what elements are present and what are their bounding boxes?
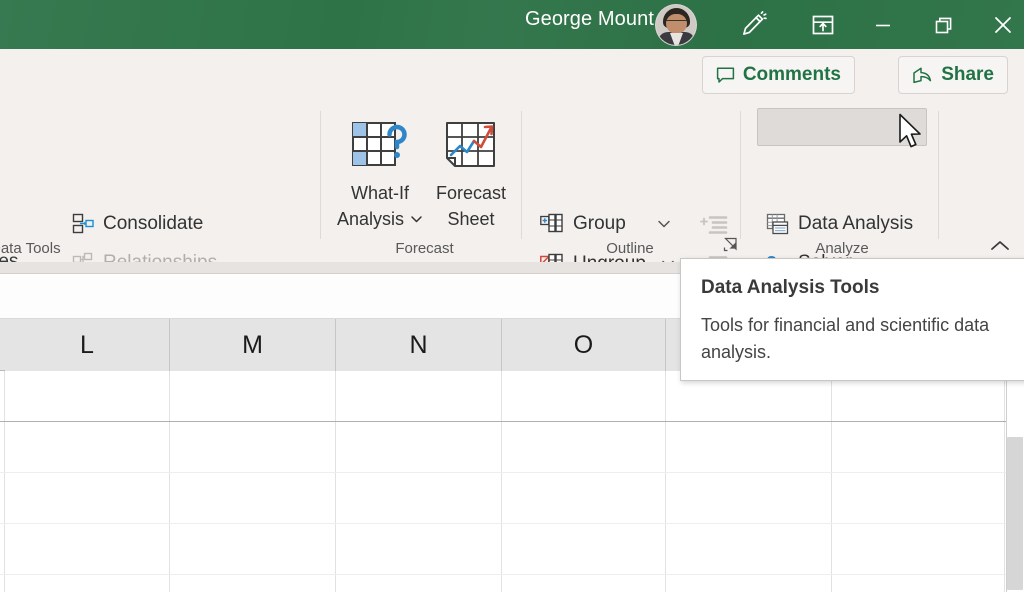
group-separator-2 (521, 111, 522, 239)
chevron-down-icon[interactable] (657, 217, 671, 232)
group-icon (540, 213, 564, 235)
grid-hline-strong (0, 421, 1006, 422)
column-header-N[interactable]: N (336, 319, 502, 371)
column-header-O[interactable]: O (502, 319, 666, 371)
consolidate-icon (72, 213, 94, 235)
consolidate-button[interactable]: Consolidate (72, 213, 203, 235)
consolidate-label: Consolidate (103, 213, 204, 234)
grid-hline (0, 574, 1006, 575)
what-if-analysis-label-line2: Analysis (336, 209, 405, 229)
column-header-M[interactable]: M (170, 319, 336, 371)
grid-vline (1004, 371, 1005, 592)
avatar[interactable] (655, 4, 697, 46)
grid-vline (501, 371, 502, 592)
minimize-icon[interactable] (859, 0, 907, 49)
comments-label: Comments (742, 64, 841, 85)
forecast-sheet-label-line2: Sheet (447, 209, 495, 229)
share-button[interactable]: Share (898, 56, 1008, 94)
collapse-ribbon-button[interactable] (986, 234, 1014, 258)
title-bar: George Mount (0, 0, 1024, 49)
comment-bubble-icon (716, 66, 735, 85)
cell-area[interactable] (0, 371, 1024, 592)
what-if-analysis-label-line1: What-If (350, 183, 409, 203)
forecast-sheet-icon (441, 115, 501, 177)
avatar-glasses (666, 20, 687, 25)
mouse-cursor (898, 113, 924, 156)
ribbon-display-options-icon[interactable] (799, 0, 847, 49)
group-label: Group (573, 213, 626, 234)
grid-vline (335, 371, 336, 592)
excel-window: George Mount Comments Share Consolidate … (0, 0, 1024, 592)
data-analysis-button[interactable]: Data Analysis (766, 213, 913, 235)
forecast-sheet-button[interactable]: Forecast Sheet (430, 115, 512, 232)
grid-vline (4, 371, 5, 592)
tooltip-title: Data Analysis Tools (701, 277, 880, 298)
ribbon: plicates ion Consolidate (0, 101, 1024, 314)
what-if-analysis-button[interactable]: What-If Analysis (337, 115, 423, 232)
group-label-outline: Outline (606, 240, 654, 257)
group-separator-1 (320, 111, 321, 239)
forecast-sheet-label-line1: Forecast (435, 183, 507, 203)
chevron-down-icon[interactable] (410, 215, 423, 224)
grid-vline (831, 371, 832, 592)
grid-vline (169, 371, 170, 592)
grid-hline (0, 472, 1006, 473)
pen-highlighter-icon[interactable] (729, 0, 777, 49)
account-name[interactable]: George Mount (525, 8, 654, 31)
comments-share-bar: Comments Share (0, 49, 1024, 101)
group-button[interactable]: Group (540, 213, 671, 235)
data-analysis-icon (766, 213, 789, 235)
grid-hline (0, 523, 1006, 524)
close-icon[interactable] (979, 0, 1024, 49)
outline-dialog-launcher[interactable] (723, 236, 739, 256)
tooltip-body: Tools for financial and scientific data … (701, 315, 990, 362)
vertical-scrollbar-thumb[interactable] (1007, 437, 1023, 590)
column-header-L[interactable]: L (5, 319, 170, 371)
tooltip: Data Analysis Tools Tools for financial … (680, 258, 1024, 381)
data-analysis-label: Data Analysis (798, 213, 914, 234)
group-separator-4 (938, 111, 939, 239)
share-icon (912, 66, 933, 85)
share-label: Share (941, 64, 994, 85)
what-if-analysis-icon (349, 115, 411, 177)
group-label-data-tools: Data Tools (0, 240, 61, 257)
group-label-analyze: Analyze (815, 240, 869, 257)
group-label-forecast: Forecast (395, 240, 454, 257)
grid-vline (665, 371, 666, 592)
restore-icon[interactable] (919, 0, 967, 49)
comments-button[interactable]: Comments (701, 56, 855, 94)
group-separator-3 (740, 111, 741, 239)
